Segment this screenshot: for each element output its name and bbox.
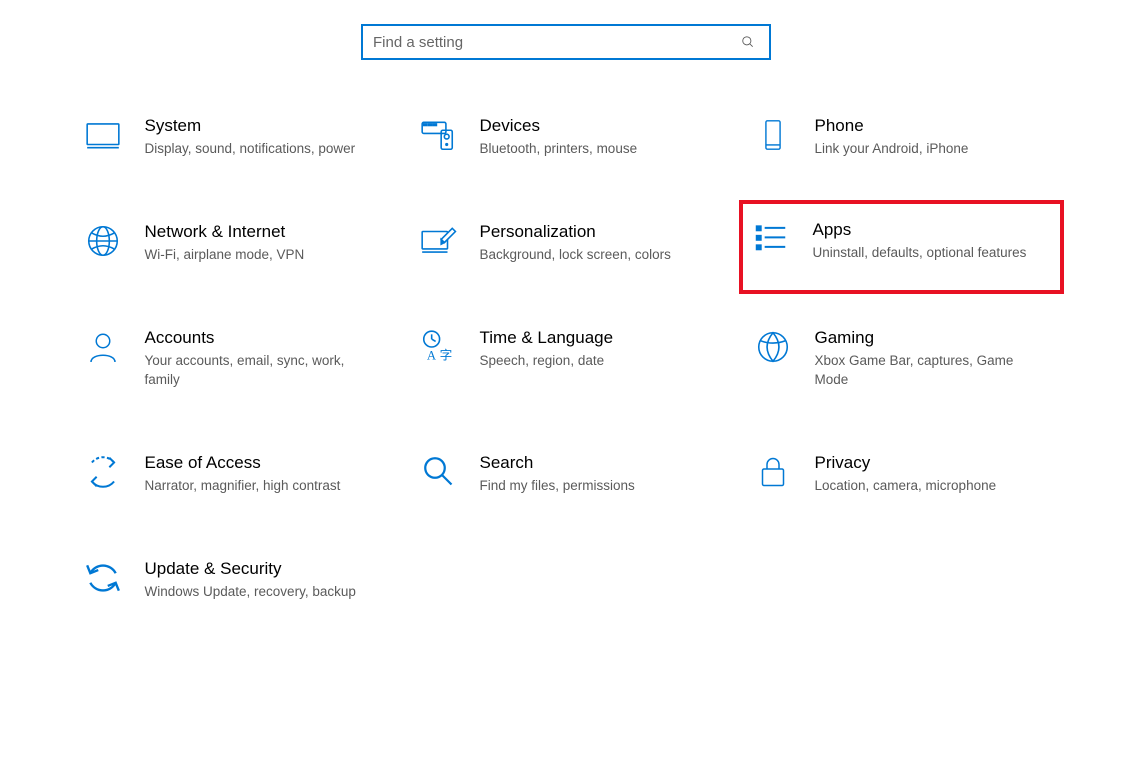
network-icon: [83, 222, 123, 262]
tile-subtitle: Narrator, magnifier, high contrast: [145, 477, 380, 495]
svg-text:A: A: [426, 349, 436, 363]
gaming-icon: [753, 328, 793, 368]
tile-title: Time & Language: [480, 328, 715, 348]
search-tile-icon: [418, 453, 458, 493]
tile-update-security[interactable]: Update & Security Windows Update, recove…: [79, 553, 384, 607]
tile-network[interactable]: Network & Internet Wi-Fi, airplane mode,…: [79, 216, 384, 270]
tile-title: Accounts: [145, 328, 380, 348]
svg-text:字: 字: [439, 349, 452, 363]
tile-title: Network & Internet: [145, 222, 380, 242]
tile-subtitle: Xbox Game Bar, captures, Game Mode: [815, 352, 1050, 388]
tile-title: Ease of Access: [145, 453, 380, 473]
tile-title: Privacy: [815, 453, 1050, 473]
update-security-icon: [83, 559, 123, 599]
phone-icon: [753, 116, 793, 156]
tile-title: Phone: [815, 116, 1050, 136]
system-icon: [83, 116, 123, 156]
tile-search[interactable]: Search Find my files, permissions: [414, 447, 719, 501]
tile-phone[interactable]: Phone Link your Android, iPhone: [749, 110, 1054, 164]
tile-title: System: [145, 116, 380, 136]
time-language-icon: A 字: [418, 328, 458, 368]
tile-subtitle: Speech, region, date: [480, 352, 715, 370]
tile-subtitle: Windows Update, recovery, backup: [145, 583, 380, 601]
tile-title: Gaming: [815, 328, 1050, 348]
tile-system[interactable]: System Display, sound, notifications, po…: [79, 110, 384, 164]
apps-icon: [751, 220, 791, 260]
tile-privacy[interactable]: Privacy Location, camera, microphone: [749, 447, 1054, 501]
tile-personalization[interactable]: Personalization Background, lock screen,…: [414, 216, 719, 270]
privacy-icon: [753, 453, 793, 493]
search-icon[interactable]: [727, 35, 769, 49]
tile-title: Search: [480, 453, 715, 473]
tile-time-language[interactable]: A 字 Time & Language Speech, region, date: [414, 322, 719, 394]
tile-ease-of-access[interactable]: Ease of Access Narrator, magnifier, high…: [79, 447, 384, 501]
tile-title: Devices: [480, 116, 715, 136]
ease-of-access-icon: [83, 453, 123, 493]
personalization-icon: [418, 222, 458, 262]
settings-tiles: System Display, sound, notifications, po…: [0, 110, 1132, 607]
tile-title: Apps: [813, 220, 1052, 240]
search-input[interactable]: [363, 28, 727, 57]
accounts-icon: [83, 328, 123, 368]
tile-subtitle: Background, lock screen, colors: [480, 246, 715, 264]
search-box[interactable]: [361, 24, 771, 60]
tile-subtitle: Bluetooth, printers, mouse: [480, 140, 715, 158]
tile-devices[interactable]: Devices Bluetooth, printers, mouse: [414, 110, 719, 164]
tile-subtitle: Your accounts, email, sync, work, family: [145, 352, 380, 388]
tile-subtitle: Uninstall, defaults, optional features: [813, 244, 1052, 262]
tile-accounts[interactable]: Accounts Your accounts, email, sync, wor…: [79, 322, 384, 394]
tile-subtitle: Find my files, permissions: [480, 477, 715, 495]
tile-subtitle: Location, camera, microphone: [815, 477, 1050, 495]
tile-gaming[interactable]: Gaming Xbox Game Bar, captures, Game Mod…: [749, 322, 1054, 394]
tile-apps[interactable]: Apps Uninstall, defaults, optional featu…: [739, 200, 1064, 294]
devices-icon: [418, 116, 458, 156]
tile-subtitle: Display, sound, notifications, power: [145, 140, 380, 158]
tile-subtitle: Wi-Fi, airplane mode, VPN: [145, 246, 380, 264]
tile-title: Personalization: [480, 222, 715, 242]
tile-title: Update & Security: [145, 559, 380, 579]
tile-subtitle: Link your Android, iPhone: [815, 140, 1050, 158]
